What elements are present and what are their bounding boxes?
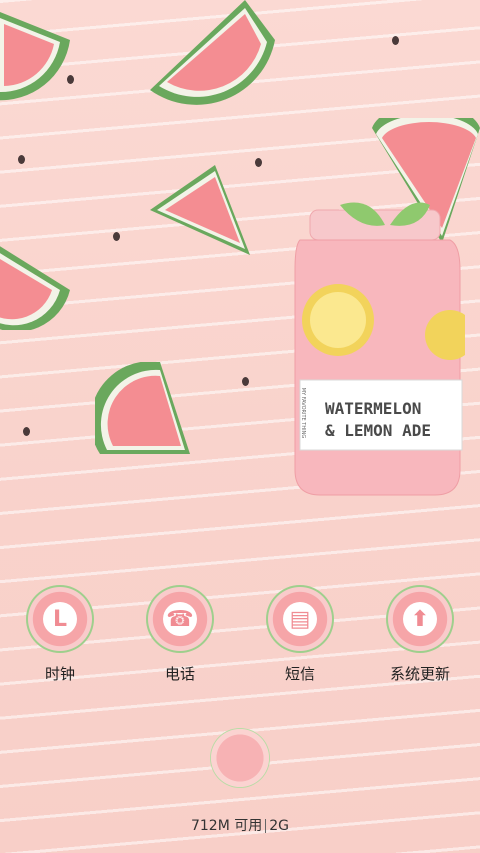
app-row: L 时钟 ☎ 电话 ▤ 短信 ⬆ 系统更新 (0, 585, 480, 695)
app-label: 电话 (164, 665, 195, 683)
app-clock[interactable]: L 时钟 (10, 585, 110, 684)
memory-available: 712M 可用 (190, 818, 263, 834)
clock-glyph: L (43, 602, 77, 636)
watermelon-slice-decoration (0, 12, 70, 101)
seed-decoration (113, 232, 120, 241)
jar-label-line1: WATERMELON (325, 399, 422, 418)
app-label: 短信 (284, 665, 315, 683)
app-phone[interactable]: ☎ 电话 (130, 585, 230, 684)
app-system-update[interactable]: ⬆ 系统更新 (370, 585, 470, 684)
memory-status: 712M 可用 2G (0, 815, 480, 835)
wallpaper: WATERMELON & LEMON ADE MY FAVORITE THING (0, 0, 480, 853)
seed-decoration (67, 75, 74, 84)
status-divider (265, 819, 267, 833)
clock-icon[interactable]: L (26, 585, 94, 653)
jar-side-text: MY FAVORITE THING (300, 387, 306, 439)
watermelon-slice-decoration (150, 165, 250, 255)
update-icon[interactable]: ⬆ (386, 585, 454, 653)
memory-clean-button[interactable] (210, 728, 270, 788)
seed-decoration (242, 377, 249, 386)
seed-decoration (18, 155, 25, 164)
app-label: 时钟 (44, 665, 75, 683)
jar-label: WATERMELON & LEMON ADE (325, 398, 431, 442)
seed-decoration (23, 427, 30, 436)
message-icon[interactable]: ▤ (266, 585, 334, 653)
watermelon-slice-decoration (0, 246, 70, 330)
message-glyph: ▤ (283, 602, 317, 636)
network-type: 2G (269, 818, 290, 834)
phone-icon[interactable]: ☎ (146, 585, 214, 653)
seed-decoration (255, 158, 262, 167)
seed-decoration (392, 36, 399, 45)
jar-label-line2: & LEMON ADE (325, 421, 431, 440)
phone-glyph: ☎ (163, 602, 197, 636)
app-messages[interactable]: ▤ 短信 (250, 585, 350, 684)
lemonade-jar-illustration (294, 202, 465, 496)
app-label: 系统更新 (389, 665, 450, 683)
watermelon-slice-decoration (150, 0, 275, 105)
update-glyph: ⬆ (403, 602, 437, 636)
watermelon-slice-decoration (95, 362, 190, 454)
